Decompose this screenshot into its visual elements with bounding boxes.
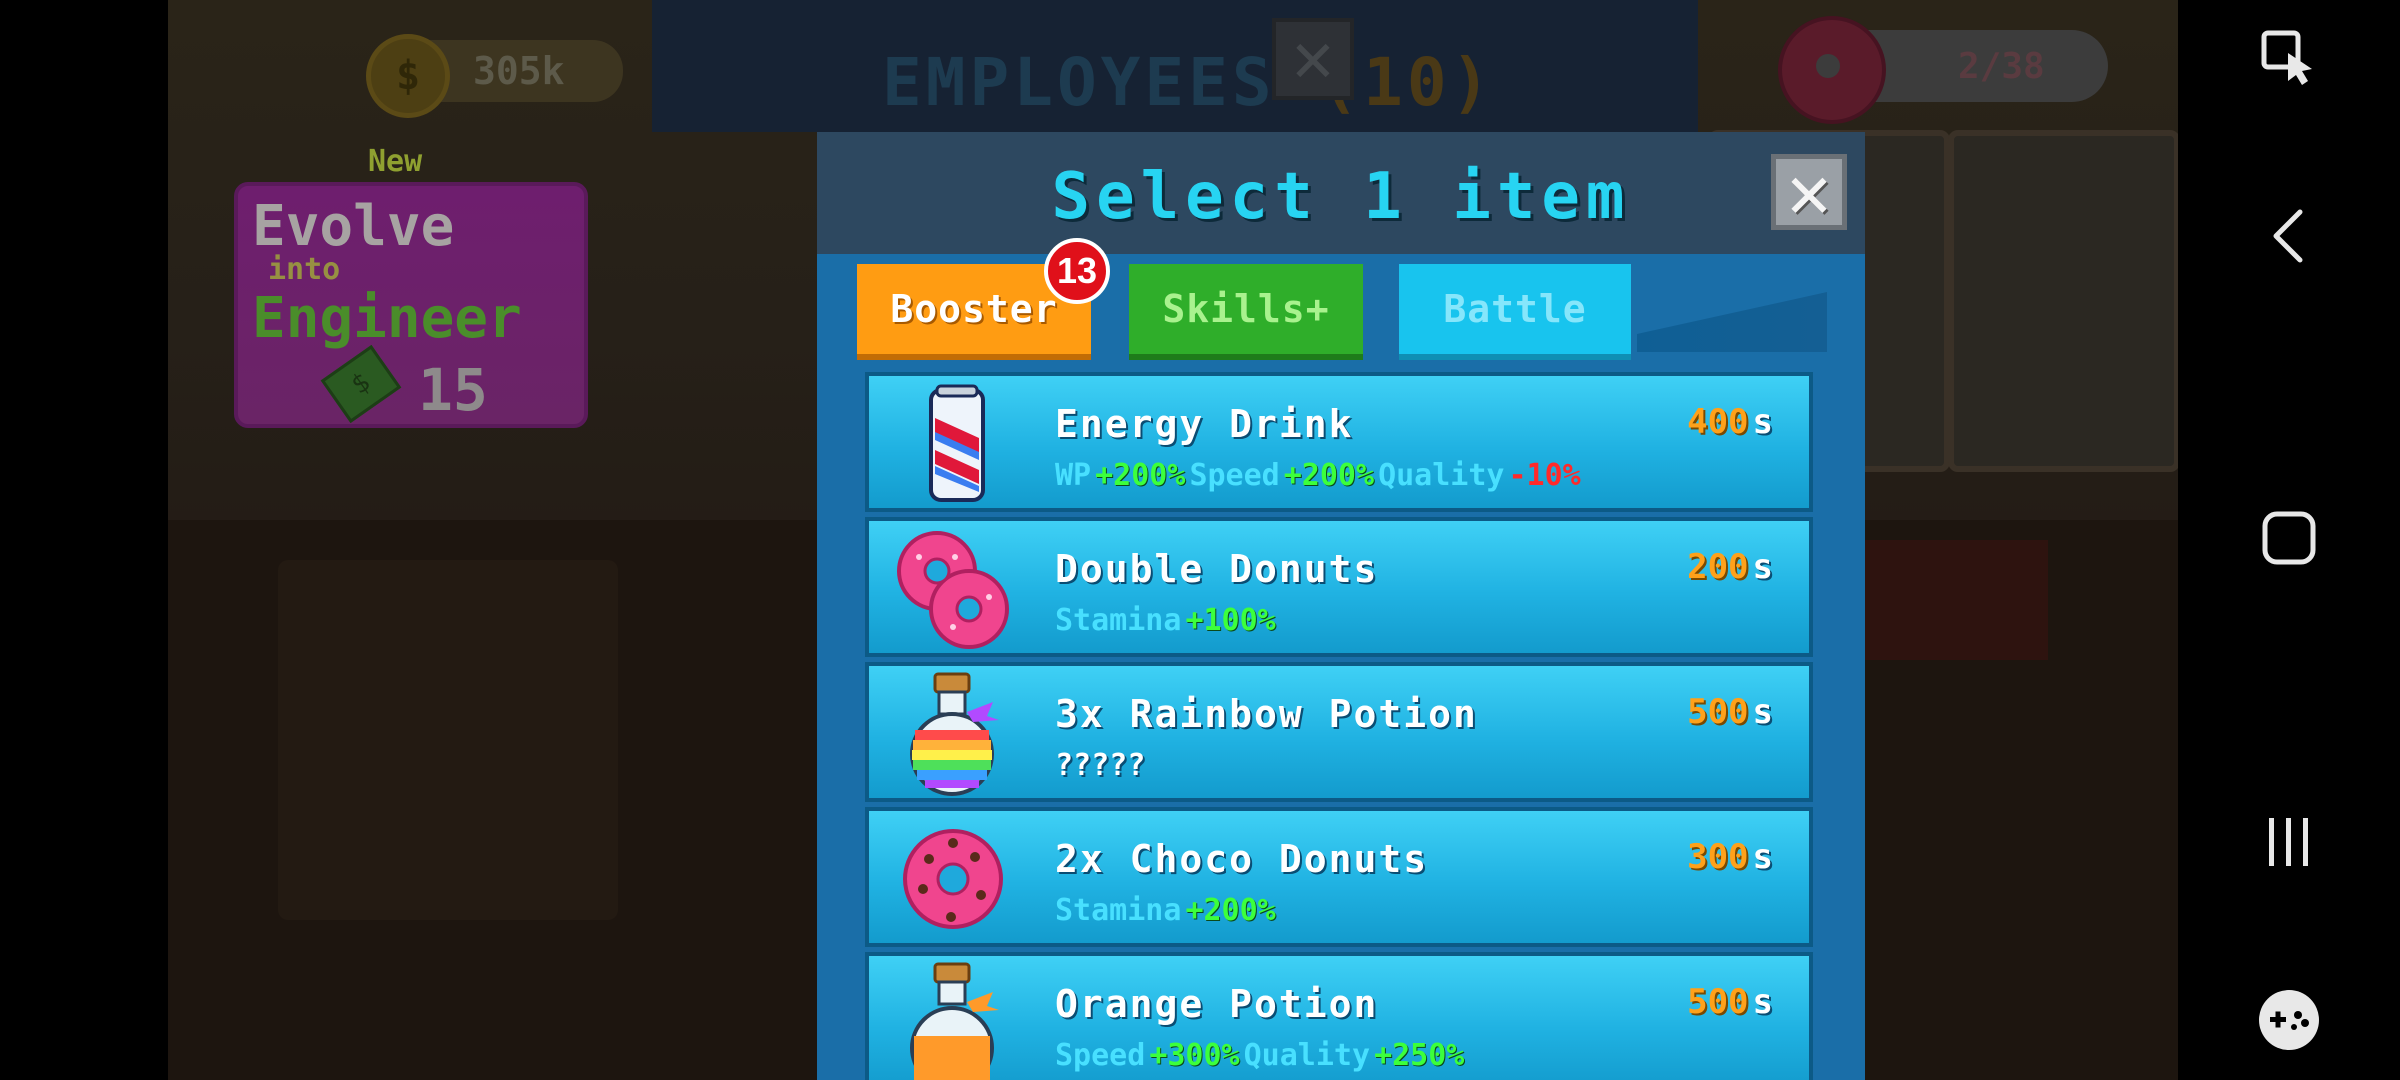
select-item-modal: Select 1 item ✕ Booster Skills+ Battle 1…: [817, 132, 1865, 1080]
coin-icon: $: [366, 34, 450, 118]
touch-lock-icon: [2261, 30, 2312, 85]
rainbow-potion-icon: [910, 672, 999, 796]
donut-value: 2/38: [1958, 45, 2045, 87]
item-duration: 300 s: [1687, 837, 1773, 877]
evolve-line1: Evolve: [252, 194, 455, 259]
back-chevron-icon: [2273, 209, 2303, 263]
recents-button[interactable]: [2178, 792, 2400, 892]
item-row-energy-drink[interactable]: Energy Drink 400 s WP +200% Speed +200% Quali…: [865, 372, 1813, 512]
item-name: Orange Potion: [1055, 982, 1379, 1026]
game-viewport: $ 305k 2/38 New Evolve into Engineer $ 1…: [168, 0, 2178, 1080]
employees-title: EMPLOYEES (10): [882, 44, 1494, 121]
back-button[interactable]: [2178, 186, 2400, 286]
game-tools-button[interactable]: [2178, 970, 2400, 1070]
item-name: 3x Rainbow Potion: [1055, 692, 1478, 736]
item-row-double-donuts[interactable]: Double Donuts 200 s Stamina +100%: [865, 517, 1813, 657]
item-duration: 200 s: [1687, 547, 1773, 587]
item-duration: 500 s: [1687, 692, 1773, 732]
booster-count-badge: 13: [1044, 238, 1110, 304]
recents-icon: [2269, 818, 2308, 866]
evolve-line2: into: [268, 252, 341, 287]
item-row-orange-potion[interactable]: Orange Potion 500 s Speed +300% Quality +250…: [865, 952, 1813, 1080]
choco-donut-icon: [903, 829, 1003, 929]
background-window: [1948, 130, 2178, 472]
evolve-card[interactable]: Evolve into Engineer $ 15: [234, 182, 588, 428]
evolve-line3: Engineer: [252, 286, 522, 351]
item-effects: Speed +300% Quality +250%: [1055, 1038, 1465, 1073]
tab-bar-decoration: [1637, 292, 1827, 352]
item-name: 2x Choco Donuts: [1055, 837, 1429, 881]
gamepad-icon: [2259, 990, 2319, 1050]
evolve-cost: 15: [418, 356, 488, 424]
background-counter: [278, 560, 618, 920]
employees-header: EMPLOYEES (10) ✕: [652, 0, 1698, 132]
double-donut-icon: [897, 531, 1009, 649]
tab-battle[interactable]: Battle: [1399, 264, 1631, 360]
money-value: 305k: [473, 49, 565, 93]
item-effects: WP +200% Speed +200% Quality -10%: [1055, 458, 1581, 493]
tab-skills[interactable]: Skills+: [1129, 264, 1363, 360]
item-duration: 400 s: [1687, 402, 1773, 442]
home-square-icon: [2262, 511, 2316, 565]
item-row-rainbow-potion[interactable]: 3x Rainbow Potion 500 s ?????: [865, 662, 1813, 802]
employees-title-text: EMPLOYEES: [882, 44, 1276, 121]
evolve-new-label: New: [368, 144, 423, 179]
screenshot-touch-button[interactable]: [2178, 8, 2400, 108]
modal-title: Select 1 item: [1051, 160, 1631, 234]
home-button[interactable]: [2178, 488, 2400, 588]
donut-icon: [1778, 16, 1886, 124]
item-row-choco-donuts[interactable]: 2x Choco Donuts 300 s Stamina +200%: [865, 807, 1813, 947]
item-effects: ?????: [1055, 748, 1146, 783]
cash-icon: $: [320, 344, 402, 424]
item-name: Energy Drink: [1055, 402, 1354, 446]
item-name: Double Donuts: [1055, 547, 1379, 591]
system-nav-bar: [2178, 0, 2400, 1080]
item-effects: Stamina +100%: [1055, 603, 1276, 638]
item-effects: Stamina +200%: [1055, 893, 1276, 928]
energy-drink-can-icon: [929, 384, 985, 502]
modal-header: Select 1 item ✕: [817, 132, 1865, 254]
close-button[interactable]: ✕: [1771, 154, 1847, 230]
orange-potion-icon: [910, 962, 999, 1080]
item-duration: 500 s: [1687, 982, 1773, 1022]
donut-counter: 2/38: [1778, 16, 2108, 124]
employees-close-icon: ✕: [1272, 18, 1354, 100]
money-counter: $ 305k: [366, 34, 623, 118]
